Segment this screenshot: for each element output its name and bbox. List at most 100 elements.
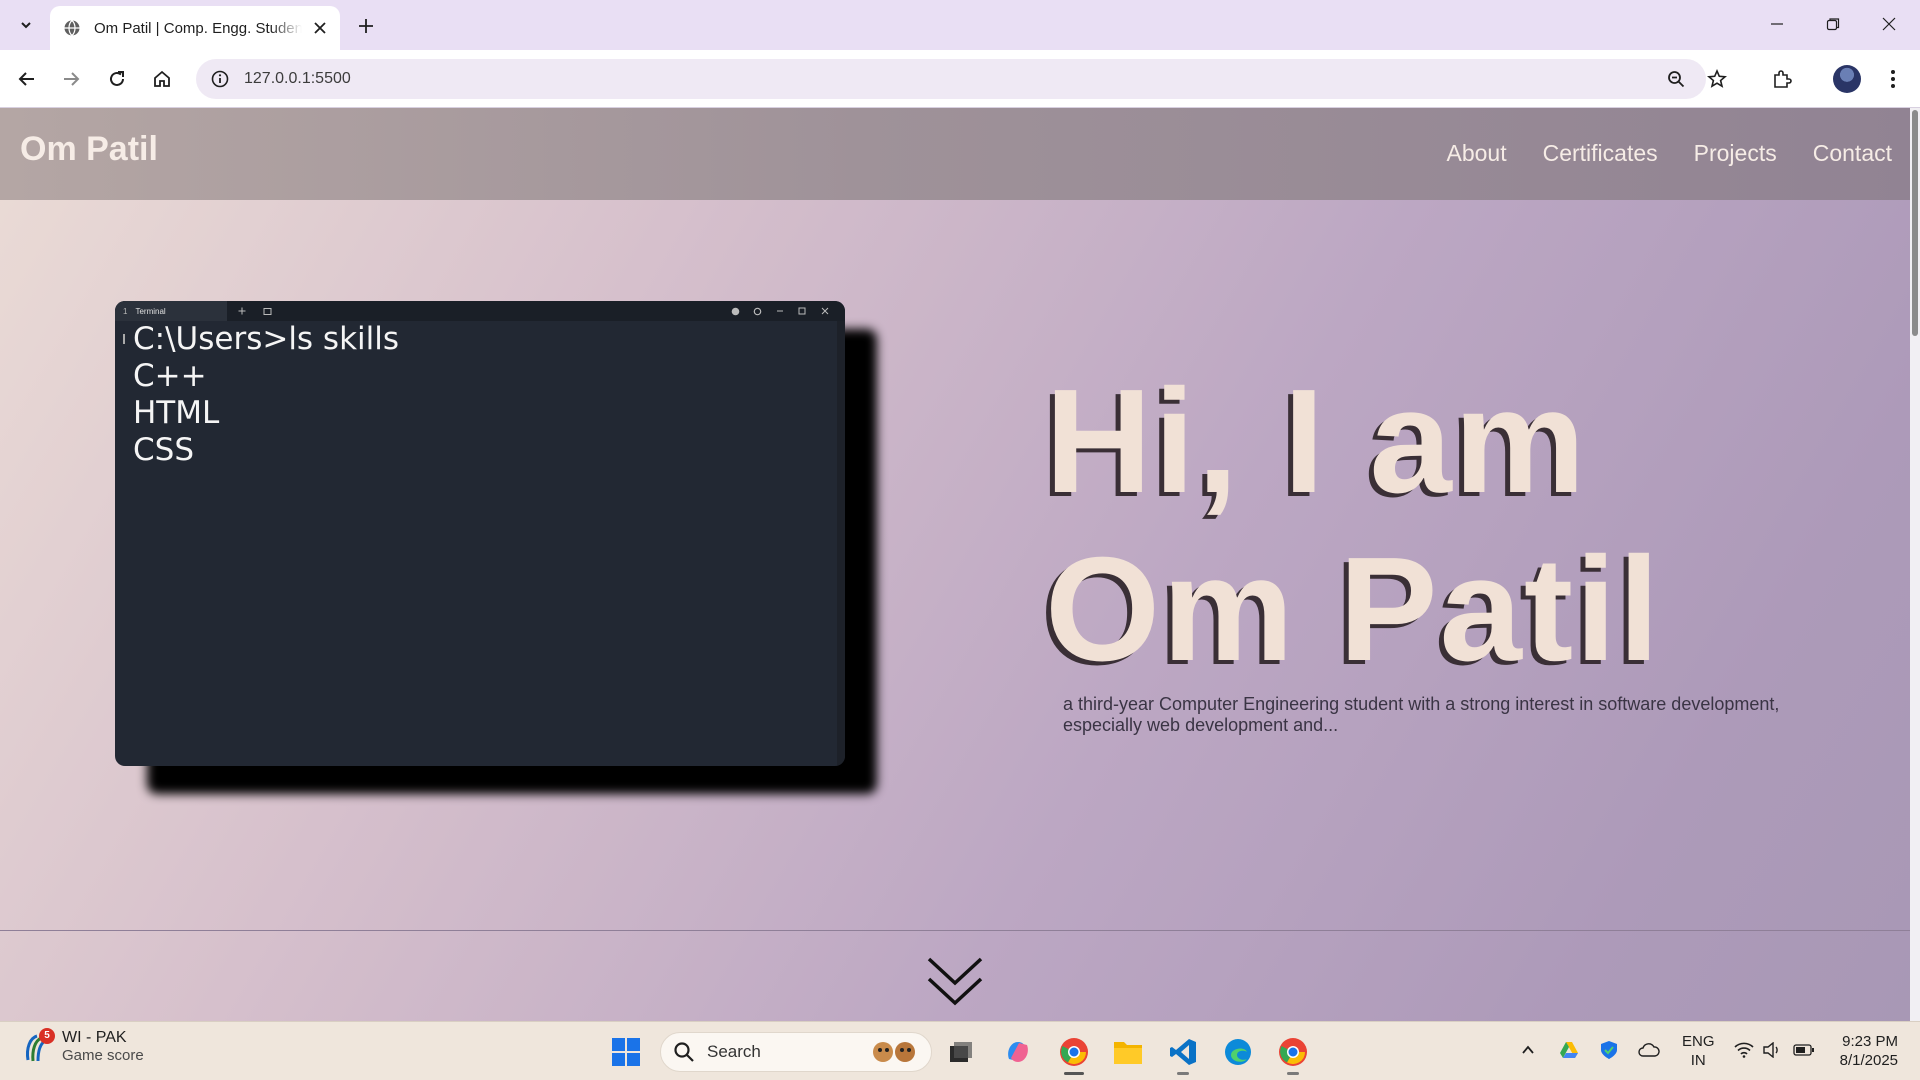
back-button[interactable] — [12, 64, 42, 94]
nav-link-about[interactable]: About — [1446, 140, 1506, 167]
close-window-button[interactable] — [1866, 6, 1912, 42]
copilot-icon — [1008, 1042, 1028, 1062]
terminal-window: 1 Terminal C:\Users>ls skills C++ HTML C… — [115, 301, 845, 766]
star-icon — [1707, 69, 1727, 88]
weather-text: WI - PAK Game score — [62, 1029, 144, 1064]
onedrive-icon[interactable] — [1637, 1038, 1661, 1062]
terminal-titlebar: 1 Terminal — [115, 301, 845, 321]
copilot-button[interactable] — [998, 1032, 1038, 1072]
edge-button[interactable] — [1218, 1032, 1258, 1072]
forward-button[interactable] — [56, 64, 86, 94]
restore-button[interactable] — [1810, 6, 1856, 42]
home-button[interactable] — [147, 64, 177, 94]
close-icon[interactable] — [310, 18, 330, 38]
chrome-taskbar-button[interactable] — [1054, 1032, 1094, 1075]
browser-toolbar: 127.0.0.1:5500 — [0, 50, 1920, 108]
search-icon — [674, 1042, 694, 1062]
reload-icon — [110, 71, 124, 86]
terminal-minimize-icon[interactable] — [774, 305, 786, 317]
site-brand[interactable]: Om Patil — [20, 130, 158, 169]
folder-icon — [1114, 1042, 1142, 1064]
terminal-tab-number: 1 — [123, 306, 128, 316]
zoom-icon[interactable] — [1661, 64, 1691, 94]
taskbar-search[interactable]: Search — [660, 1032, 932, 1072]
tab-title: Om Patil | Comp. Engg. Student — [94, 19, 302, 37]
terminal-plus-icon[interactable] — [236, 305, 248, 317]
more-menu-button[interactable] — [1878, 64, 1908, 94]
page-scrollbar-thumb[interactable] — [1912, 110, 1918, 336]
nav-links: About Certificates Projects Contact — [1446, 140, 1892, 167]
restore-icon — [1826, 18, 1840, 31]
chrome-icon — [1279, 1038, 1307, 1066]
terminal-maximize-icon[interactable] — [796, 305, 808, 317]
terminal-line: CSS — [133, 432, 195, 468]
nav-link-projects[interactable]: Projects — [1694, 140, 1777, 167]
vscode-button[interactable] — [1163, 1032, 1203, 1075]
chrome-secondary-button[interactable] — [1273, 1032, 1313, 1075]
terminal-dropdown-icon[interactable] — [261, 305, 273, 317]
avatar[interactable] — [1833, 65, 1861, 93]
back-icon — [18, 72, 34, 86]
windows-taskbar: 5 WI - PAK Game score Search ENG IN 9:23… — [0, 1021, 1920, 1080]
new-tab-button[interactable] — [352, 12, 380, 40]
info-icon[interactable] — [200, 59, 240, 99]
page-viewport: Om Patil About Certificates Projects Con… — [0, 108, 1920, 1021]
forward-icon — [64, 72, 80, 86]
url-text: 127.0.0.1:5500 — [244, 70, 351, 87]
google-drive-icon[interactable] — [1557, 1038, 1581, 1062]
volume-icon[interactable] — [1760, 1038, 1784, 1062]
terminal-line: HTML — [133, 395, 220, 431]
nav-link-certificates[interactable]: Certificates — [1543, 140, 1658, 167]
terminal-scrollbar[interactable] — [837, 321, 845, 766]
weather-widget[interactable]: 5 WI - PAK Game score — [22, 1027, 144, 1064]
close-window-icon — [1882, 17, 1896, 31]
extensions-icon — [1774, 70, 1792, 88]
plus-icon — [359, 19, 373, 33]
tab-search-button[interactable] — [10, 10, 42, 40]
home-icon — [154, 70, 170, 87]
system-clock[interactable]: 9:23 PM 8/1/2025 — [1832, 1032, 1898, 1070]
running-indicator — [1177, 1072, 1189, 1075]
extensions-button[interactable] — [1767, 64, 1797, 94]
hero-name: Om Patil — [1045, 527, 1662, 692]
task-view-button[interactable] — [941, 1032, 981, 1072]
region-code: IN — [1690, 1052, 1706, 1069]
clock-time: 9:23 PM — [1842, 1033, 1898, 1050]
browser-tab[interactable]: Om Patil | Comp. Engg. Student — [50, 6, 340, 50]
vscode-icon — [1170, 1039, 1196, 1065]
chrome-icon — [1060, 1038, 1088, 1066]
hero-greeting: Hi, I am — [1045, 359, 1588, 524]
reload-button[interactable] — [102, 64, 132, 94]
edge-icon — [1225, 1039, 1251, 1065]
clock-date: 8/1/2025 — [1839, 1052, 1898, 1069]
minimize-icon — [1771, 23, 1783, 25]
search-placeholder: Search — [707, 1042, 761, 1061]
hero-description: a third-year Computer Engineering studen… — [1063, 694, 1780, 735]
file-explorer-button[interactable] — [1108, 1032, 1148, 1072]
language-indicator[interactable]: ENG IN — [1682, 1032, 1715, 1070]
weather-title: WI - PAK — [62, 1029, 127, 1046]
start-button[interactable] — [606, 1032, 646, 1072]
task-view-icon — [950, 1042, 972, 1062]
terminal-close-icon[interactable] — [819, 305, 831, 317]
page-scrollbar[interactable] — [1910, 108, 1920, 1021]
chevron-down-icon — [21, 22, 31, 29]
running-indicator — [1064, 1072, 1084, 1075]
chevron-down-double-icon[interactable] — [925, 953, 985, 1008]
section-divider — [0, 930, 1910, 931]
search-highlight-icon — [873, 1042, 915, 1062]
terminal-settings-icon[interactable] — [751, 305, 763, 317]
bookmark-star-button[interactable] — [1702, 64, 1732, 94]
cricket-icon: 5 — [22, 1027, 55, 1064]
battery-icon[interactable] — [1792, 1038, 1816, 1062]
security-shield-icon[interactable] — [1597, 1038, 1621, 1062]
browser-tabstrip: Om Patil | Comp. Engg. Student — [0, 0, 1920, 50]
chevron-up-icon[interactable] — [1516, 1038, 1540, 1062]
terminal-globe-icon[interactable] — [729, 305, 741, 317]
minimize-button[interactable] — [1754, 6, 1800, 42]
wifi-icon[interactable] — [1732, 1038, 1756, 1062]
terminal-tab[interactable]: 1 Terminal — [115, 301, 227, 321]
address-bar[interactable]: 127.0.0.1:5500 — [196, 59, 1706, 99]
nav-link-contact[interactable]: Contact — [1813, 140, 1892, 167]
windows-logo-icon — [612, 1038, 640, 1066]
